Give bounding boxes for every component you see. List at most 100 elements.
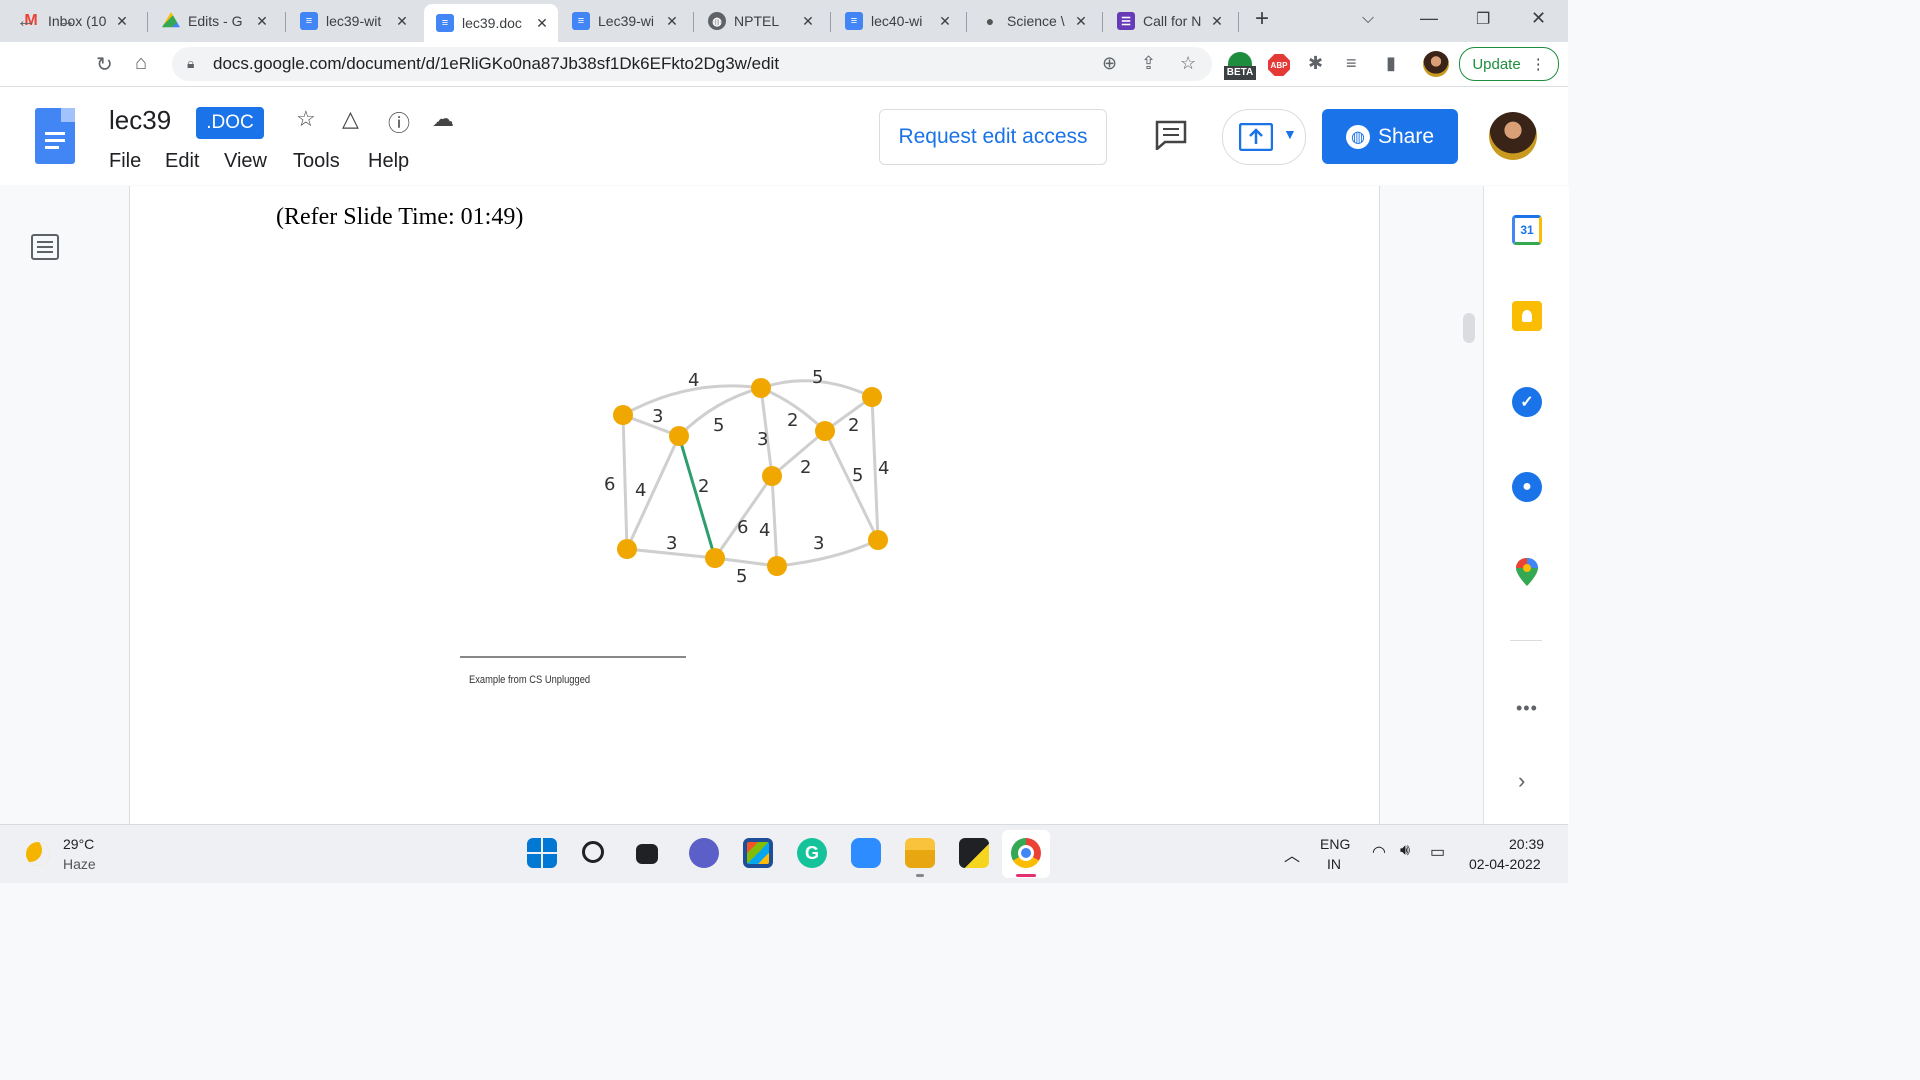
menu-view[interactable]: View — [224, 150, 267, 173]
adblock-icon[interactable]: ABP — [1268, 54, 1290, 76]
docs-icon: ≡ — [300, 12, 318, 30]
side-panel-icon[interactable]: ▮ — [1386, 53, 1396, 74]
close-icon[interactable]: ✕ — [1207, 13, 1227, 30]
present-icon — [1239, 123, 1273, 151]
url-text[interactable]: docs.google.com/document/d/1eRliGKo0na87… — [213, 54, 779, 74]
home-icon[interactable]: ⌂ — [135, 52, 147, 75]
tab-lec39-wit[interactable]: ≡ lec39-wit ✕ — [288, 6, 418, 36]
tab-nptel[interactable]: ◍ NPTEL ✕ — [696, 6, 824, 36]
zoom-icon[interactable]: ⊕ — [1102, 53, 1117, 74]
graph-node — [868, 530, 888, 550]
update-label: Update — [1472, 55, 1521, 73]
globe-icon: ◍ — [1345, 124, 1370, 149]
close-icon[interactable]: ✕ — [392, 13, 412, 30]
move-to-drive-icon[interactable]: △ — [342, 106, 359, 132]
reading-list-icon[interactable]: ≡ — [1346, 53, 1357, 74]
edge-weight: 3 — [757, 429, 768, 450]
tasks-icon[interactable]: ✓ — [1512, 387, 1542, 417]
tab-edits[interactable]: Edits - G ✕ — [150, 6, 278, 36]
figure-caption: Example from CS Unplugged — [469, 674, 591, 686]
wifi-icon[interactable]: ◠ — [1372, 842, 1386, 862]
battery-icon[interactable]: ▭ — [1430, 842, 1445, 862]
menu-file[interactable]: File — [109, 150, 141, 173]
menu-tools[interactable]: Tools — [293, 150, 340, 173]
calendar-icon[interactable]: 31 — [1512, 215, 1542, 245]
doc-format-badge: .DOC — [196, 107, 264, 139]
update-button[interactable]: Update ⋮ — [1459, 47, 1559, 81]
tab-search-icon[interactable]: ⌵ — [1362, 10, 1374, 28]
tab-science[interactable]: ● Science \ ✕ — [969, 6, 1097, 36]
chrome-icon-center — [1018, 845, 1034, 861]
task-view-icon[interactable] — [636, 844, 658, 864]
document-title[interactable]: lec39 — [109, 105, 171, 136]
restore-icon[interactable]: ❐ — [1476, 9, 1490, 29]
outline-icon[interactable] — [30, 232, 60, 262]
tab-lec40-wi[interactable]: ≡ lec40-wi ✕ — [833, 6, 961, 36]
extensions-puzzle-icon[interactable]: ✱ — [1308, 53, 1323, 74]
close-window-icon[interactable]: ✕ — [1531, 8, 1546, 29]
close-icon[interactable]: ✕ — [252, 13, 272, 30]
close-icon[interactable]: ✕ — [532, 15, 552, 32]
back-icon[interactable]: ← — [16, 10, 36, 33]
search-icon[interactable] — [582, 841, 604, 863]
comment-history-icon[interactable] — [1155, 120, 1187, 150]
beta-extension-icon[interactable]: BETA — [1224, 52, 1256, 80]
close-icon[interactable]: ✕ — [112, 13, 132, 30]
chat-icon: ● — [985, 13, 995, 29]
close-icon[interactable]: ✕ — [662, 13, 682, 30]
star-icon[interactable]: ☆ — [296, 106, 316, 132]
request-edit-access-button[interactable]: Request edit access — [879, 109, 1107, 165]
chevron-up-icon[interactable]: ︿ — [1284, 842, 1300, 866]
new-tab-icon[interactable]: + — [1255, 5, 1269, 33]
share-page-icon[interactable]: ⇪ — [1141, 53, 1156, 74]
info-icon[interactable]: ⓘ — [388, 106, 410, 138]
sticky-notes-icon[interactable] — [959, 838, 989, 868]
docs-logo-icon[interactable] — [35, 108, 75, 164]
tab-lec39-wi[interactable]: ≡ Lec39-wi ✕ — [560, 6, 688, 36]
close-icon[interactable]: ✕ — [1071, 13, 1091, 30]
tab-separator — [830, 12, 831, 32]
reload-icon[interactable]: ↻ — [96, 52, 113, 77]
close-icon[interactable]: ✕ — [935, 13, 955, 30]
zoom-app-icon[interactable] — [851, 838, 881, 868]
language-top[interactable]: ENG — [1320, 836, 1350, 852]
keep-icon[interactable] — [1512, 301, 1542, 331]
footnote-divider — [460, 656, 686, 658]
bookmark-star-icon[interactable]: ☆ — [1180, 53, 1196, 74]
more-horiz-icon[interactable]: ••• — [1516, 698, 1538, 719]
contacts-icon[interactable]: ● — [1512, 472, 1542, 502]
tab-separator — [1102, 12, 1103, 32]
menu-edit[interactable]: Edit — [165, 150, 199, 173]
teams-chat-icon[interactable] — [689, 838, 719, 868]
profile-avatar[interactable] — [1423, 51, 1449, 77]
tab-title: Call for N — [1143, 13, 1202, 29]
clock-time[interactable]: 20:39 — [1509, 836, 1544, 852]
account-avatar[interactable] — [1489, 112, 1537, 160]
store-icon[interactable] — [743, 838, 773, 868]
side-panel-divider — [1510, 640, 1542, 641]
close-icon[interactable]: ✕ — [798, 13, 818, 30]
forward-icon[interactable]: → — [56, 10, 76, 33]
tab-title: lec39-wit — [326, 13, 382, 29]
menu-help[interactable]: Help — [368, 150, 409, 173]
share-button[interactable]: ◍ Share — [1322, 109, 1458, 164]
file-explorer-icon[interactable] — [905, 838, 935, 868]
weather-moon-icon[interactable] — [26, 842, 50, 866]
weather-temp[interactable]: 29°C — [63, 836, 94, 852]
graph-edge — [776, 538, 879, 568]
scrollbar-thumb[interactable] — [1463, 313, 1475, 343]
graph-node — [862, 387, 882, 407]
grammarly-icon[interactable]: G — [797, 838, 827, 868]
tab-lec39-doc[interactable]: ≡ lec39.doc ✕ — [424, 4, 558, 42]
present-button[interactable]: ▼ — [1222, 109, 1306, 165]
chevron-right-icon[interactable]: › — [1518, 768, 1525, 794]
maps-icon[interactable] — [1516, 558, 1538, 586]
volume-icon[interactable]: 🔊︎ — [1400, 842, 1410, 860]
edge-weight: 3 — [666, 533, 677, 554]
minimize-icon[interactable]: — — [1420, 8, 1438, 29]
more-vert-icon: ⋮ — [1530, 56, 1546, 73]
edge-weight: 2 — [698, 476, 709, 497]
tab-call-for[interactable]: ☰ Call for N ✕ — [1105, 6, 1233, 36]
clock-date: 02-04-2022 — [1469, 856, 1541, 872]
cloud-status-icon[interactable]: ☁ — [432, 106, 454, 132]
